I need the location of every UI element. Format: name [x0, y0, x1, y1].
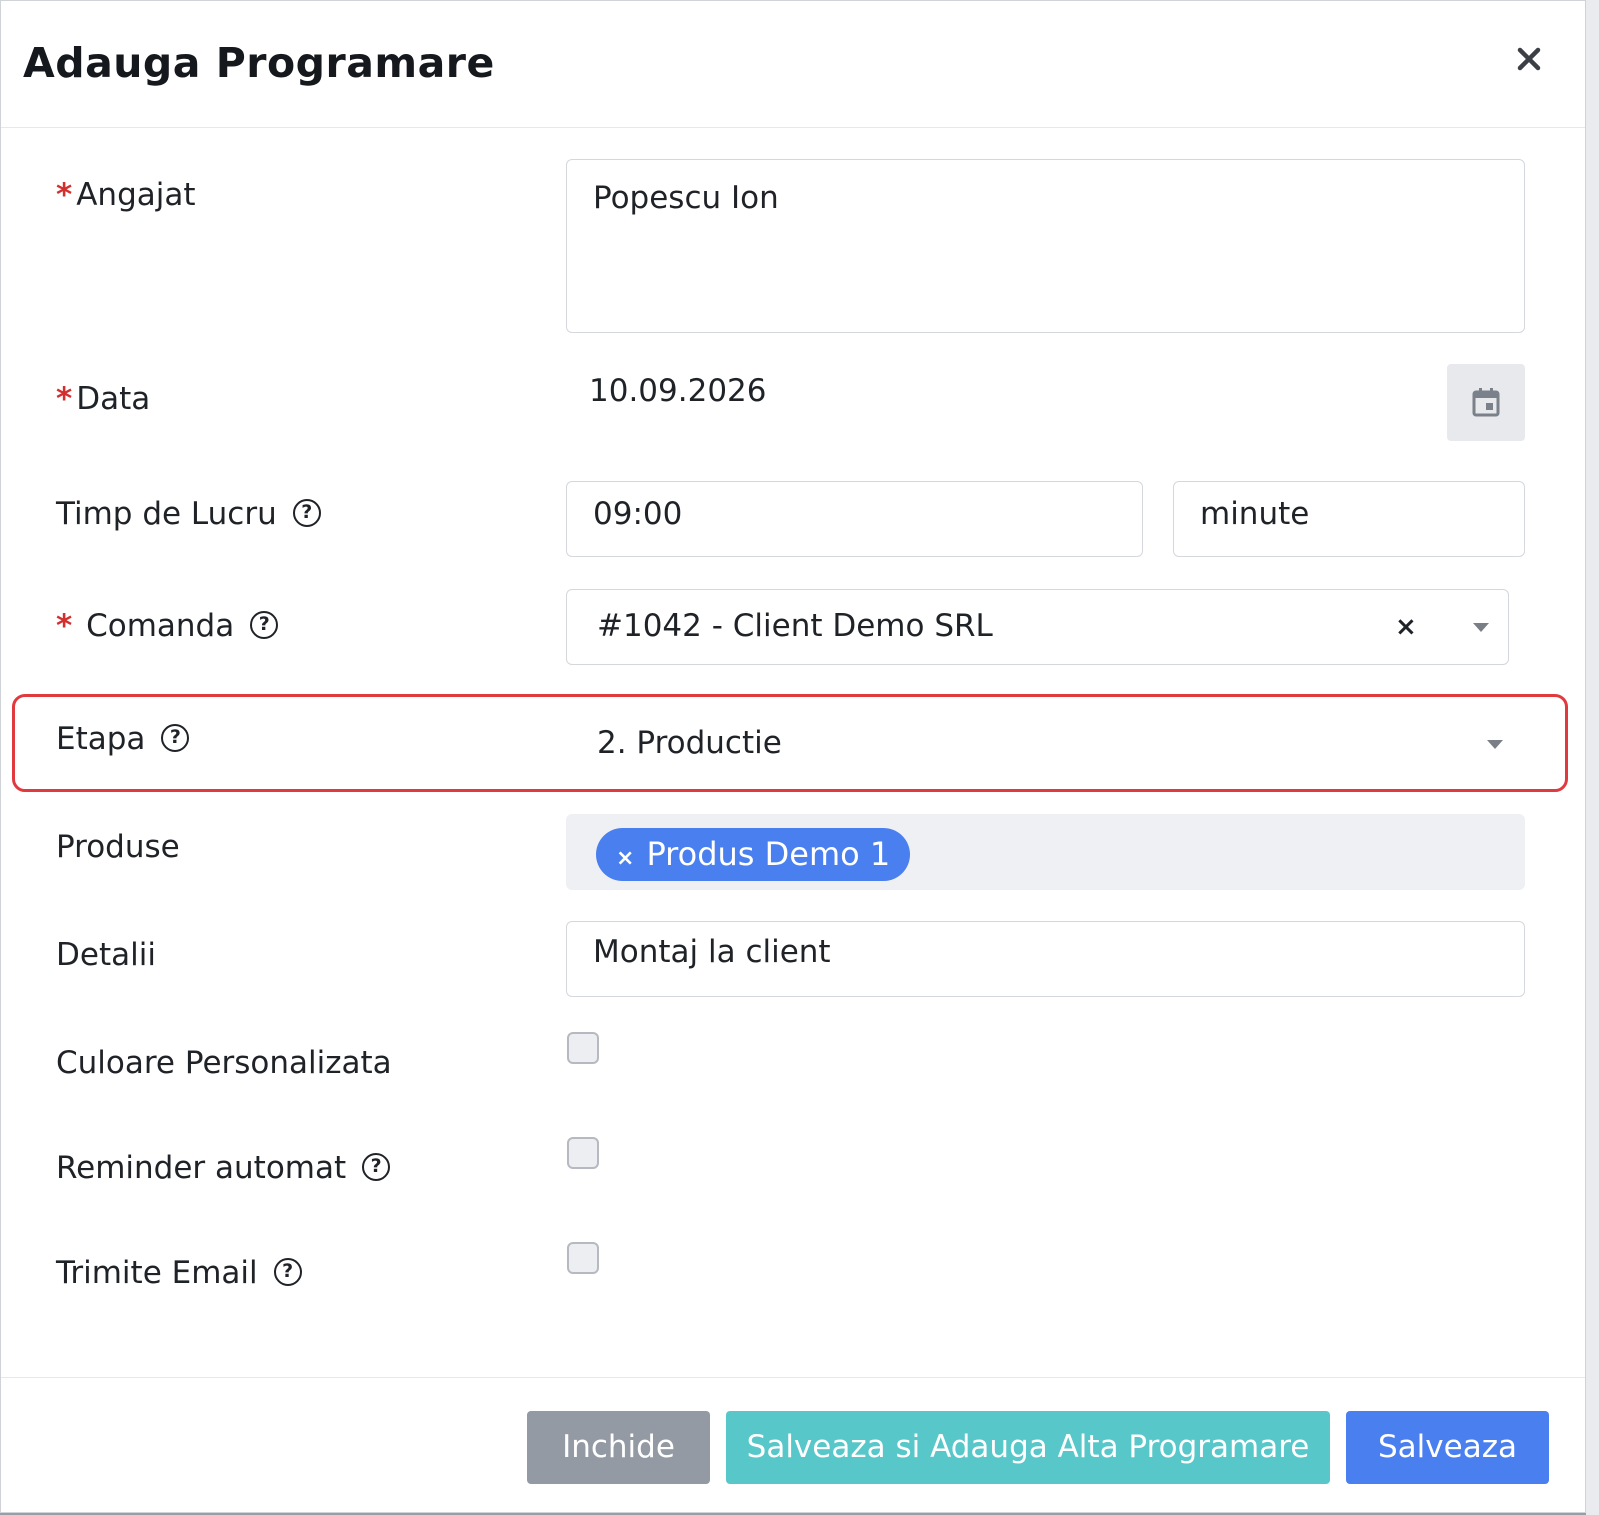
trimite-email-checkbox[interactable] — [567, 1242, 599, 1274]
comanda-select[interactable]: #1042 - Client Demo SRL × — [566, 589, 1509, 665]
calendar-icon — [1472, 388, 1500, 417]
modal-footer-divider — [1, 1377, 1585, 1378]
etapa-highlight — [12, 694, 1568, 792]
remove-tag-icon[interactable]: × — [616, 846, 634, 871]
modal-title: Adauga Programare — [23, 39, 495, 87]
calendar-button[interactable] — [1447, 364, 1525, 441]
reminder-automat-label: Reminder automat? — [56, 1150, 391, 1186]
data-label: * Data — [56, 381, 151, 417]
chevron-down-icon — [1473, 623, 1489, 632]
chevron-down-icon[interactable] — [1487, 740, 1503, 749]
date-input[interactable]: 10.09.2026 — [589, 373, 767, 409]
angajat-field[interactable]: Popescu Ion — [566, 159, 1525, 333]
help-icon[interactable]: ? — [362, 1152, 391, 1181]
modal-header: Adauga Programare — [1, 1, 1585, 128]
produse-multiselect[interactable]: × Produs Demo 1 — [566, 814, 1525, 890]
etapa-label: Etapa? — [56, 721, 190, 757]
help-icon[interactable]: ? — [250, 610, 279, 639]
page-backdrop — [1586, 0, 1599, 1515]
culoare-personalizata-checkbox[interactable] — [567, 1032, 599, 1064]
save-button[interactable]: Salveaza — [1346, 1411, 1549, 1484]
required-mark: * — [56, 177, 73, 213]
add-appointment-modal: Adauga Programare * Angajat Popescu Ion *… — [0, 0, 1586, 1513]
required-mark: * — [56, 608, 73, 644]
reminder-automat-checkbox[interactable] — [567, 1137, 599, 1169]
trimite-email-label: Trimite Email? — [56, 1255, 302, 1291]
close-icon[interactable] — [1511, 41, 1547, 77]
required-mark: * — [56, 381, 73, 417]
help-icon[interactable]: ? — [273, 1257, 302, 1286]
help-icon[interactable]: ? — [161, 723, 190, 752]
detalii-field[interactable]: Montaj la client — [566, 921, 1525, 997]
timp-de-lucru-label: Timp de Lucru? — [56, 496, 321, 532]
help-icon[interactable]: ? — [292, 498, 321, 527]
etapa-select[interactable]: 2. Productie — [597, 725, 782, 761]
comanda-selected-value: #1042 - Client Demo SRL — [597, 608, 993, 644]
detalii-label: Detalii — [56, 937, 156, 973]
product-tag: × Produs Demo 1 — [596, 828, 911, 881]
time-field[interactable]: 09:00 — [566, 481, 1143, 557]
culoare-personalizata-label: Culoare Personalizata — [56, 1045, 392, 1081]
produse-label: Produse — [56, 829, 180, 865]
clear-icon[interactable]: × — [1395, 612, 1417, 642]
save-and-add-another-button[interactable]: Salveaza si Adauga Alta Programare — [726, 1411, 1330, 1484]
comanda-label: * Comanda? — [56, 608, 279, 644]
angajat-label: * Angajat — [56, 177, 196, 213]
close-button[interactable]: Inchide — [527, 1411, 710, 1484]
duration-unit-field[interactable]: minute — [1173, 481, 1525, 557]
